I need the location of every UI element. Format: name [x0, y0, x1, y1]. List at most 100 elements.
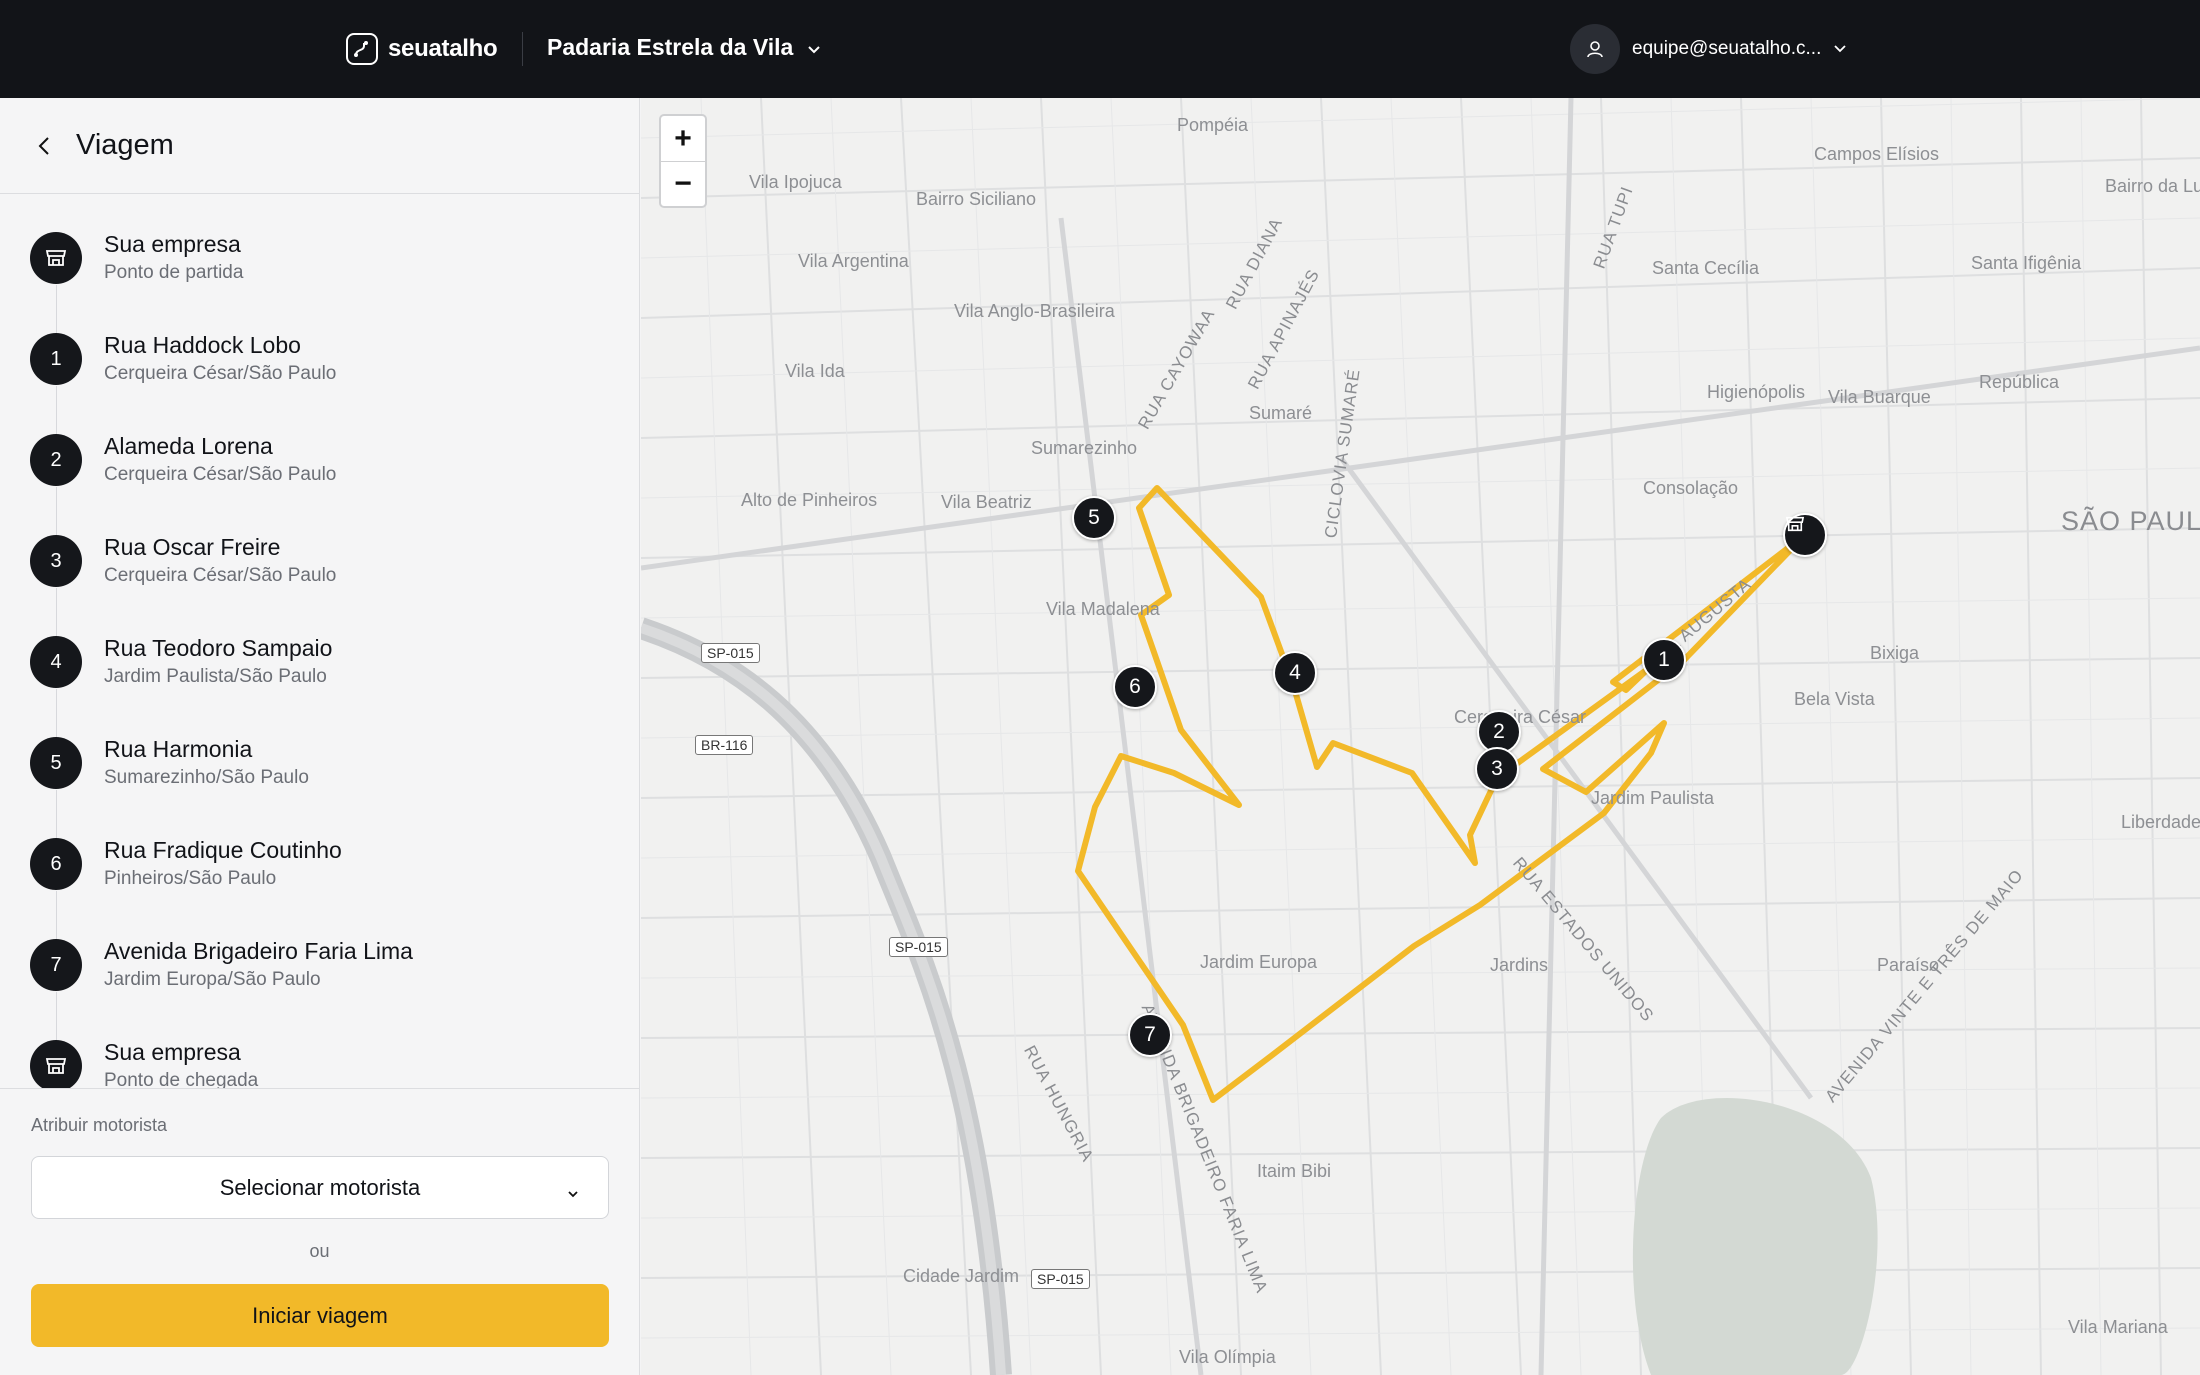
list-item[interactable]: 1 Rua Haddock Lobo Cerqueira César/São P… [0, 296, 639, 435]
brand[interactable]: seuatalho [346, 33, 498, 65]
sidebar-header: Viagem [0, 98, 639, 194]
start-trip-button[interactable]: Iniciar viagem [31, 1284, 609, 1347]
back-arrow-icon[interactable] [32, 134, 56, 158]
map-label: Vila Buarque [1828, 387, 1931, 407]
store-icon [30, 1040, 82, 1092]
zoom-out-button[interactable]: − [661, 161, 705, 206]
route-map[interactable]: + − Pompéia Campos Elísios Bairro da Lu … [641, 98, 2200, 1375]
stop-pin-4[interactable]: 4 [1273, 651, 1317, 695]
list-item[interactable]: Sua empresa Ponto de partida [0, 195, 639, 334]
map-label: Itaim Bibi [1257, 1161, 1332, 1181]
user-menu[interactable]: equipe@seuatalho.c... [1570, 24, 1847, 74]
stop-pin-5[interactable]: 5 [1072, 496, 1116, 540]
map-label: Vila Olímpia [1179, 1347, 1276, 1367]
map-label: SÃO PAULO [2061, 506, 2200, 536]
assign-driver-label: Atribuir motorista [31, 1115, 168, 1135]
stop-name: Rua Oscar Freire [104, 534, 281, 560]
chevron-down-icon [1833, 38, 1847, 60]
company-name: Padaria Estrela da Vila [547, 34, 794, 60]
stop-name: Sua empresa [104, 231, 241, 257]
map-label: Cidade Jardim [903, 1266, 1020, 1286]
map-label: Bairro da Lu [2105, 176, 2200, 196]
map-label: Vila Beatriz [941, 492, 1032, 512]
zoom-in-button[interactable]: + [661, 116, 705, 161]
map-label: Jardim Europa [1200, 952, 1318, 972]
stop-number: 3 [30, 535, 82, 587]
stop-number: 4 [30, 636, 82, 688]
map-label: Campos Elísios [1814, 144, 1940, 164]
map-label: Higienópolis [1707, 382, 1806, 402]
stop-list: Sua empresa Ponto de partida 1 Rua Haddo… [0, 195, 639, 1185]
list-item[interactable]: 3 Rua Oscar Freire Cerqueira César/São P… [0, 498, 639, 637]
stop-name: Sua empresa [104, 1039, 241, 1065]
stop-address: Cerqueira César/São Paulo [104, 565, 337, 586]
driver-select[interactable]: Selecionar motorista [31, 1156, 609, 1219]
map-canvas [641, 98, 2200, 1375]
user-email: equipe@seuatalho.c... [1632, 38, 1822, 59]
map-label: Alto de Pinheiros [741, 490, 878, 510]
user-icon [1570, 24, 1620, 74]
stop-pin-3[interactable]: 3 [1475, 747, 1519, 791]
stop-number: 5 [30, 737, 82, 789]
map-label: Santa Ifigênia [1971, 253, 2082, 273]
stop-name: Rua Fradique Coutinho [104, 837, 342, 863]
trip-sidebar: Viagem Sua empresa Ponto de partida 1 Ru… [0, 98, 640, 1375]
list-item[interactable]: 2 Alameda Lorena Cerqueira César/São Pau… [0, 397, 639, 536]
company-selector[interactable]: Padaria Estrela da Vila [547, 34, 821, 61]
map-label: Sumaré [1249, 403, 1313, 423]
list-item[interactable]: 7 Avenida Brigadeiro Faria Lima Jardim E… [0, 902, 639, 1041]
map-label: Vila Madalena [1046, 599, 1160, 619]
chevron-down-icon [807, 34, 821, 61]
stop-name: Rua Teodoro Sampaio [104, 635, 333, 661]
map-label: Bixiga [1870, 643, 1920, 663]
stop-name: Rua Harmonia [104, 736, 253, 762]
list-item[interactable]: 6 Rua Fradique Coutinho Pinheiros/São Pa… [0, 801, 639, 940]
map-label: Liberdade [2121, 812, 2200, 832]
stop-number: 6 [30, 838, 82, 890]
stop-address: Jardim Paulista/São Paulo [104, 666, 327, 687]
list-item[interactable]: 5 Rua Harmonia Sumarezinho/São Paulo [0, 700, 639, 839]
stop-address: Sumarezinho/São Paulo [104, 767, 309, 788]
chevron-down-icon [566, 1179, 580, 1205]
stop-pin-1[interactable]: 1 [1642, 638, 1686, 682]
route-logo-icon [346, 33, 378, 65]
stop-number: 7 [30, 939, 82, 991]
brand-name: seuatalho [388, 35, 498, 62]
highway-shield: SP-015 [889, 937, 948, 957]
stop-number: 2 [30, 434, 82, 486]
highway-shield: SP-015 [1031, 1269, 1090, 1289]
map-label: Vila Anglo-Brasileira [954, 301, 1115, 321]
highway-shield: BR-116 [695, 735, 754, 755]
map-label: Bairro Siciliano [916, 189, 1037, 209]
map-label: Vila Argentina [798, 251, 909, 271]
map-label: Pompéia [1177, 115, 1249, 135]
stop-number: 1 [30, 333, 82, 385]
stop-pin-7[interactable]: 7 [1128, 1013, 1172, 1057]
top-bar: seuatalho Padaria Estrela da Vila equipe… [0, 0, 2200, 98]
stop-name: Alameda Lorena [104, 433, 273, 459]
map-label: Vila Mariana [2068, 1317, 2168, 1337]
map-label: Bela Vista [1794, 689, 1875, 709]
page-title: Viagem [76, 129, 174, 161]
store-pin-icon[interactable] [1783, 513, 1827, 557]
store-icon [30, 232, 82, 284]
driver-select-value: Selecionar motorista [219, 1174, 421, 1200]
or-separator: ou [309, 1241, 330, 1261]
highway-shield: SP-015 [701, 643, 760, 663]
map-label: Vila Ida [785, 361, 845, 381]
header-divider [522, 32, 523, 66]
stop-address: Pinheiros/São Paulo [104, 868, 277, 889]
stop-name: Rua Haddock Lobo [104, 332, 301, 358]
map-label: Sumarezinho [1031, 438, 1138, 458]
stop-address: Ponto de partida [104, 262, 244, 283]
zoom-control: + − [659, 114, 707, 208]
map-label: Vila Ipojuca [749, 172, 842, 192]
map-label: Santa Cecília [1652, 258, 1760, 278]
stop-name: Avenida Brigadeiro Faria Lima [104, 938, 413, 964]
stop-pin-6[interactable]: 6 [1113, 665, 1157, 709]
assign-panel: Atribuir motorista Selecionar motorista … [0, 1088, 639, 1375]
stop-address: Cerqueira César/São Paulo [104, 464, 337, 485]
map-label: Consolação [1643, 478, 1739, 498]
stop-address: Cerqueira César/São Paulo [104, 363, 337, 384]
list-item[interactable]: 4 Rua Teodoro Sampaio Jardim Paulista/Sã… [0, 599, 639, 738]
